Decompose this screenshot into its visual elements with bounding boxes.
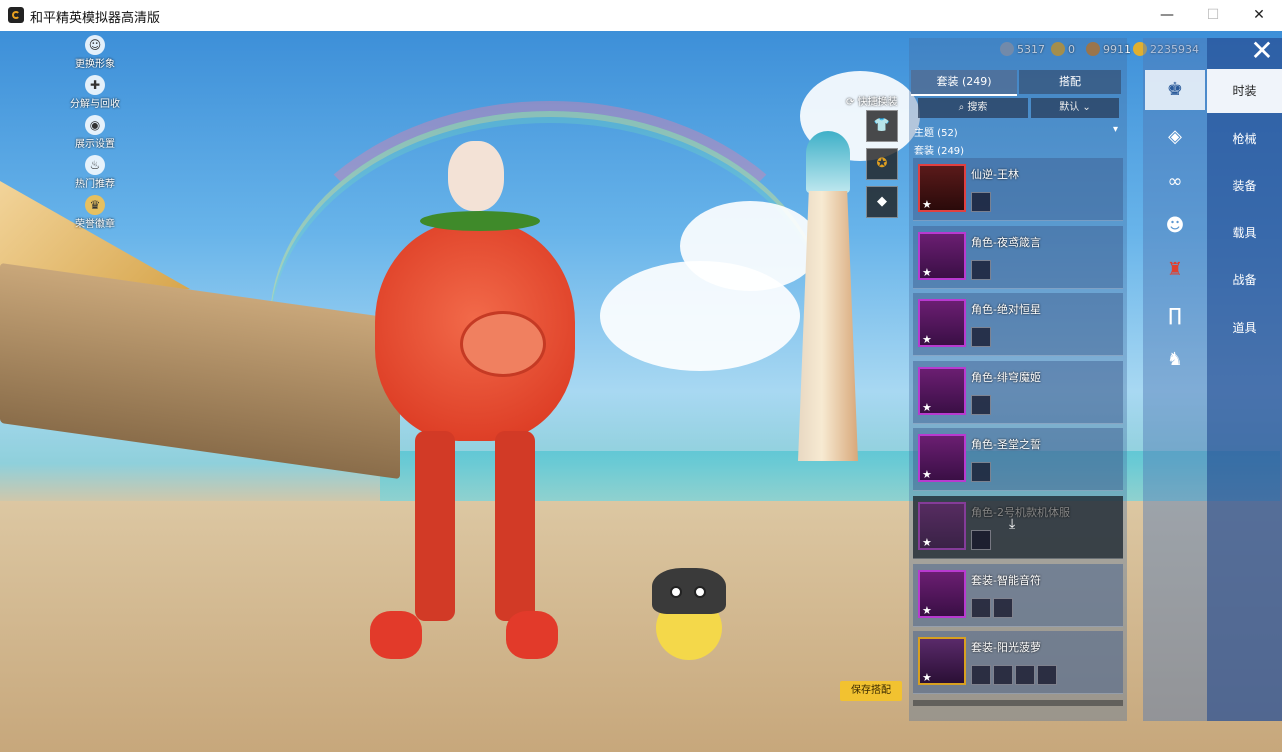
list-item[interactable]: ★ 套装-智能音符 xyxy=(913,564,1123,627)
emblem-icon: ✪ xyxy=(876,156,888,171)
sort-dropdown[interactable]: 默认 ⌄ xyxy=(1031,98,1119,118)
list-item[interactable]: ★ 角色-绯穹魔姬 xyxy=(913,361,1123,424)
diamond-icon: ◆ xyxy=(877,194,887,209)
list-item[interactable]: ★ 角色-绝对恒星 xyxy=(913,293,1123,356)
quick-emblem-button[interactable]: ✪ xyxy=(866,148,898,180)
filter-suit[interactable]: 套装 (249) xyxy=(914,142,964,157)
download-icon[interactable]: ⤓ xyxy=(1009,516,1015,532)
list-item-selected[interactable]: ★ 角色-2号机款机体服 ⤓ xyxy=(913,496,1123,559)
shirt-icon: 👕 xyxy=(873,118,891,133)
star-icon: ★ xyxy=(922,266,932,279)
pants-icon: ∏ xyxy=(1168,305,1182,326)
item-part-thumb xyxy=(1037,665,1057,685)
list-item[interactable]: ★ 角色-夜鸢箴言 xyxy=(913,226,1123,289)
tab-fashion[interactable]: 时装 xyxy=(1207,69,1282,113)
tab-equipment[interactable]: 装备 xyxy=(1207,164,1282,208)
tab-vehicles[interactable]: 载具 xyxy=(1207,211,1282,255)
mask-icon: ☻ xyxy=(1165,215,1185,236)
star-icon: ★ xyxy=(922,333,932,346)
glasses-icon: ∞ xyxy=(1167,171,1183,192)
menu-item-hot[interactable]: ♨ 热门推荐 xyxy=(55,155,135,195)
filter-dropdown-arrow[interactable]: ▾ xyxy=(1113,124,1118,135)
list-item[interactable]: ★ 仙逆-王林 xyxy=(913,158,1123,221)
item-part-thumb xyxy=(971,665,991,685)
lighthouse-scenery xyxy=(788,131,868,461)
item-part-thumb xyxy=(1015,665,1035,685)
quick-outfit-button[interactable]: 👕 xyxy=(866,110,898,142)
category-shirt[interactable]: ♜ xyxy=(1145,250,1205,290)
maximize-button[interactable]: ☐ xyxy=(1190,0,1236,31)
close-icon: ✕ xyxy=(1250,34,1274,67)
eye-icon: ◉ xyxy=(85,115,105,135)
close-window-button[interactable]: ✕ xyxy=(1236,0,1282,31)
star-icon: ★ xyxy=(922,604,932,617)
category-glasses[interactable]: ∞ xyxy=(1145,162,1205,202)
category-bag[interactable]: ◈ xyxy=(1145,117,1205,157)
minimize-button[interactable]: — xyxy=(1144,0,1190,31)
item-part-thumb xyxy=(993,598,1013,618)
left-menu: ☺ 更换形象 ✚ 分解与回收 ◉ 展示设置 ♨ 热门推荐 ♛ 荣誉徽章 xyxy=(55,35,135,235)
category-mask[interactable]: ☻ xyxy=(1145,206,1205,246)
player-character[interactable] xyxy=(370,141,580,671)
quick-change-label: ⟳ 快捷换装 xyxy=(846,97,898,108)
item-part-thumb xyxy=(971,192,991,212)
search-input[interactable]: ⌕ 搜索 xyxy=(918,98,1028,118)
menu-item-change-look[interactable]: ☺ 更换形象 xyxy=(55,35,135,75)
fire-icon: ♨ xyxy=(85,155,105,175)
filter-theme[interactable]: 主题 (52) xyxy=(914,124,958,139)
category-pants[interactable]: ∏ xyxy=(1145,296,1205,336)
star-icon: ★ xyxy=(922,401,932,414)
outfit-icon: ♚ xyxy=(1166,79,1184,100)
item-part-thumb xyxy=(971,327,991,347)
person-icon: ☺ xyxy=(85,35,105,55)
tab-props[interactable]: 道具 xyxy=(1207,306,1282,350)
tab-match[interactable]: 搭配 xyxy=(1019,70,1121,94)
menu-item-badge[interactable]: ♛ 荣誉徽章 xyxy=(55,195,135,235)
save-outfit-button[interactable]: 保存搭配 xyxy=(840,681,902,701)
window-titlebar: 和平精英模拟器高清版 — ☐ ✕ xyxy=(0,0,1282,32)
window-title: 和平精英模拟器高清版 xyxy=(30,11,161,26)
app-logo-icon xyxy=(8,7,24,23)
list-item[interactable]: ★ 角色-圣堂之誓 xyxy=(913,428,1123,491)
star-icon: ★ xyxy=(922,198,932,211)
list-scrollbar[interactable] xyxy=(913,700,1123,706)
badge-icon: ♛ xyxy=(85,195,105,215)
item-part-thumb xyxy=(971,395,991,415)
chevron-down-icon: ⌄ xyxy=(1082,102,1091,113)
recycle-icon: ✚ xyxy=(85,75,105,95)
item-part-thumb xyxy=(971,530,991,550)
search-icon: ⌕ xyxy=(958,102,965,113)
item-part-thumb xyxy=(971,260,991,280)
category-outfit[interactable]: ♚ xyxy=(1145,70,1205,110)
quick-diamond-button[interactable]: ◆ xyxy=(866,186,898,218)
menu-item-display[interactable]: ◉ 展示设置 xyxy=(55,115,135,155)
star-icon: ★ xyxy=(922,468,932,481)
shoes-icon: ♞ xyxy=(1166,349,1184,370)
menu-item-recycle[interactable]: ✚ 分解与回收 xyxy=(55,75,135,115)
tab-supplies[interactable]: 战备 xyxy=(1207,258,1282,302)
tab-suits[interactable]: 套装 (249) xyxy=(911,70,1017,96)
tomato-bag xyxy=(460,311,546,377)
list-item[interactable]: ★ 套装-阳光菠萝 xyxy=(913,631,1123,694)
refresh-icon: ⟳ xyxy=(846,97,855,108)
tab-guns[interactable]: 枪械 xyxy=(1207,117,1282,161)
item-part-thumb xyxy=(993,665,1013,685)
shirt-icon: ♜ xyxy=(1166,259,1184,280)
pet-chick[interactable] xyxy=(650,556,730,666)
close-panel-button[interactable]: ✕ xyxy=(1244,34,1280,68)
star-icon: ★ xyxy=(922,536,932,549)
star-icon: ★ xyxy=(922,671,932,684)
category-shoes[interactable]: ♞ xyxy=(1145,340,1205,380)
item-part-thumb xyxy=(971,598,991,618)
bag-icon: ◈ xyxy=(1168,126,1182,147)
item-part-thumb xyxy=(971,462,991,482)
